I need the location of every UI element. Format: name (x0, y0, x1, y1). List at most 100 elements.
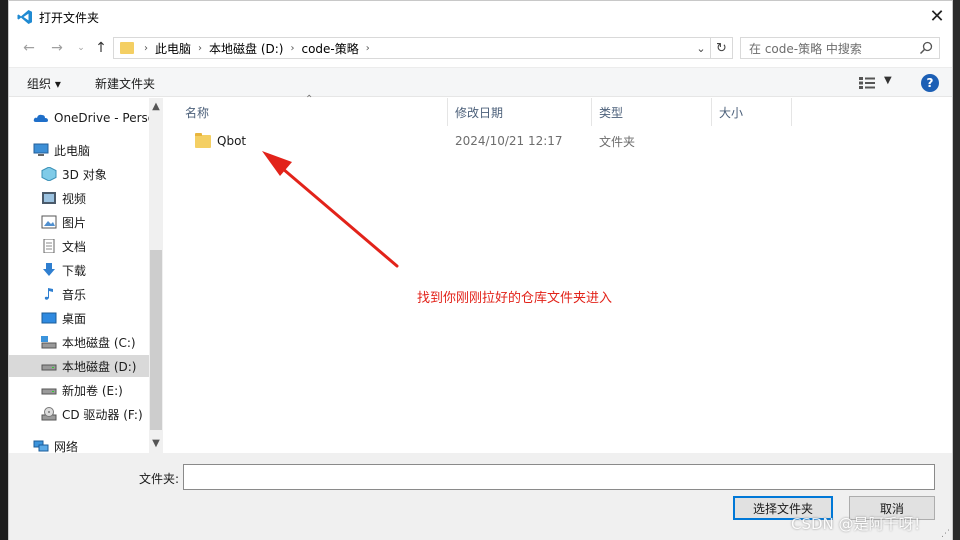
open-folder-dialog: 打开文件夹 ✕ ← → ⌄ ↑ › 此电脑 › 本地磁盘 (D:) › code… (8, 0, 953, 540)
search-icon[interactable] (919, 41, 933, 55)
sidebar-item-label: 视频 (62, 191, 87, 206)
dialog-footer: 文件夹: 选择文件夹 取消 CSDN @是阿千呀！ ⋰ (9, 453, 952, 540)
background-editor-edge (953, 0, 960, 540)
file-list: ⌃ 名称 修改日期 类型 大小 Qbot 2024/10/21 12:17 文件… (165, 94, 952, 453)
sidebar-item[interactable]: 3D 对象 (9, 163, 149, 185)
sidebar-item[interactable]: 本地磁盘 (D:) (9, 355, 149, 377)
sort-ascending-icon: ⌃ (305, 94, 314, 105)
search-input[interactable]: 在 code-策略 中搜索 (740, 37, 940, 59)
pictures-icon (41, 215, 57, 229)
music-icon (41, 287, 57, 301)
download-icon (41, 263, 57, 277)
command-toolbar: 组织 ▾ 新建文件夹 ▼ ? (9, 67, 952, 97)
column-header-type[interactable]: 类型 (592, 98, 712, 126)
column-header-name[interactable]: ⌃ 名称 (165, 94, 448, 126)
navigation-row: ← → ⌄ ↑ › 此电脑 › 本地磁盘 (D:) › code-策略 › ⌄ … (9, 35, 952, 61)
scrollbar-thumb[interactable] (150, 250, 162, 430)
desktop-icon (41, 311, 57, 325)
refresh-icon: ↻ (716, 40, 727, 56)
file-modified: 2024/10/21 12:17 (455, 134, 563, 148)
drive-icon (41, 383, 57, 397)
arrow-right-icon: → (51, 40, 63, 56)
sidebar-item[interactable]: 新加卷 (E:) (9, 379, 149, 401)
sidebar-item[interactable]: 图片 (9, 211, 149, 233)
sidebar-item-label: 桌面 (62, 311, 87, 326)
sidebar-item[interactable]: 本地磁盘 (C:) (9, 331, 149, 353)
cd-drive-icon (41, 407, 57, 421)
back-button[interactable]: ← (19, 39, 39, 57)
scroll-down-icon[interactable]: ▼ (149, 437, 163, 451)
folder-icon (120, 42, 134, 54)
breadcrumb-separator-icon[interactable]: › (140, 43, 152, 54)
view-dropdown-icon[interactable]: ▼ (884, 75, 892, 86)
scroll-up-icon[interactable]: ▲ (149, 100, 163, 114)
sidebar-item[interactable]: 下载 (9, 259, 149, 281)
sidebar-item-label: CD 驱动器 (F:) (62, 407, 143, 422)
drive-c-icon (41, 335, 57, 349)
sidebar-scrollbar[interactable]: ▲ ▼ (149, 98, 163, 453)
help-icon[interactable]: ? (921, 74, 939, 92)
organize-button[interactable]: 组织 ▾ (27, 75, 61, 92)
column-header-size[interactable]: 大小 (712, 98, 792, 126)
sidebar-item[interactable]: 此电脑 (9, 139, 149, 161)
address-dropdown-button[interactable]: ⌄ (692, 38, 710, 58)
watermark-text: CSDN @是阿千呀！ (791, 515, 929, 533)
sidebar-item[interactable]: 网络 (9, 435, 149, 453)
sidebar-item[interactable]: 视频 (9, 187, 149, 209)
breadcrumb-separator-icon[interactable]: › (362, 43, 374, 54)
refresh-button[interactable]: ↻ (711, 37, 733, 59)
title-bar: 打开文件夹 ✕ (9, 1, 952, 33)
onedrive-icon (33, 111, 49, 125)
sidebar-item-label: 新加卷 (E:) (62, 383, 123, 398)
arrow-up-icon: ↑ (95, 40, 107, 56)
file-row[interactable]: Qbot 2024/10/21 12:17 文件夹 (165, 128, 952, 154)
folder-icon (195, 132, 211, 148)
column-header-modified[interactable]: 修改日期 (448, 98, 592, 126)
sidebar-item[interactable]: 桌面 (9, 307, 149, 329)
file-name-cell[interactable]: Qbot (195, 128, 246, 154)
view-options-icon[interactable] (859, 76, 875, 90)
new-folder-button[interactable]: 新建文件夹 (95, 75, 155, 92)
folder-field-label: 文件夹: (139, 472, 180, 486)
address-bar[interactable]: › 此电脑 › 本地磁盘 (D:) › code-策略 › ⌄ (113, 37, 711, 59)
close-button[interactable]: ✕ (922, 1, 952, 31)
documents-icon (41, 238, 57, 254)
sidebar-item[interactable]: OneDrive - Personal (9, 107, 149, 129)
resize-grip-icon[interactable]: ⋰ (941, 529, 950, 539)
file-type: 文件夹 (599, 134, 636, 149)
dialog-title: 打开文件夹 (39, 11, 100, 25)
sidebar-item-label: 下载 (62, 263, 87, 278)
folder-name-input[interactable] (183, 464, 935, 490)
video-icon (41, 191, 57, 205)
sidebar-item-label: 网络 (54, 439, 79, 454)
sidebar-item-label: 此电脑 (54, 143, 91, 158)
sidebar-item-label: 本地磁盘 (C:) (62, 335, 136, 350)
computer-icon (33, 143, 49, 157)
forward-button[interactable]: → (47, 39, 67, 57)
sidebar-item-label: 本地磁盘 (D:) (62, 359, 137, 374)
breadcrumb-this-pc[interactable]: 此电脑 (152, 40, 194, 57)
up-button[interactable]: ↑ (91, 39, 111, 57)
navigation-pane: 网络 CD 驱动器 (F:) 新加卷 (E:) 本地磁盘 (D:) 本地磁盘 (C:) 桌… (9, 98, 164, 453)
sidebar-item-label: OneDrive - Personal (54, 111, 149, 125)
sidebar-item[interactable]: 音乐 (9, 283, 149, 305)
breadcrumb-current-folder[interactable]: code-策略 (298, 40, 361, 57)
close-icon: ✕ (929, 5, 945, 27)
chevron-down-icon: ⌄ (696, 41, 706, 55)
arrow-left-icon: ← (23, 40, 35, 56)
file-name: Qbot (217, 134, 247, 148)
sidebar-item[interactable]: CD 驱动器 (F:) (9, 403, 149, 425)
chevron-down-icon: ⌄ (77, 43, 85, 53)
sidebar-item-label: 文档 (62, 239, 87, 254)
search-placeholder: 在 code-策略 中搜索 (749, 41, 862, 56)
breadcrumb-separator-icon[interactable]: › (194, 43, 206, 54)
network-icon (33, 439, 49, 453)
breadcrumb-drive-d[interactable]: 本地磁盘 (D:) (206, 40, 286, 57)
breadcrumb-separator-icon[interactable]: › (286, 43, 298, 54)
drive-icon (41, 359, 57, 373)
sidebar-item-label: 音乐 (62, 287, 87, 302)
sidebar-item-label: 图片 (62, 215, 87, 230)
annotation-text: 找到你刚刚拉好的仓库文件夹进入 (417, 291, 613, 306)
recent-locations-button[interactable]: ⌄ (71, 39, 91, 57)
sidebar-item[interactable]: 文档 (9, 235, 149, 257)
